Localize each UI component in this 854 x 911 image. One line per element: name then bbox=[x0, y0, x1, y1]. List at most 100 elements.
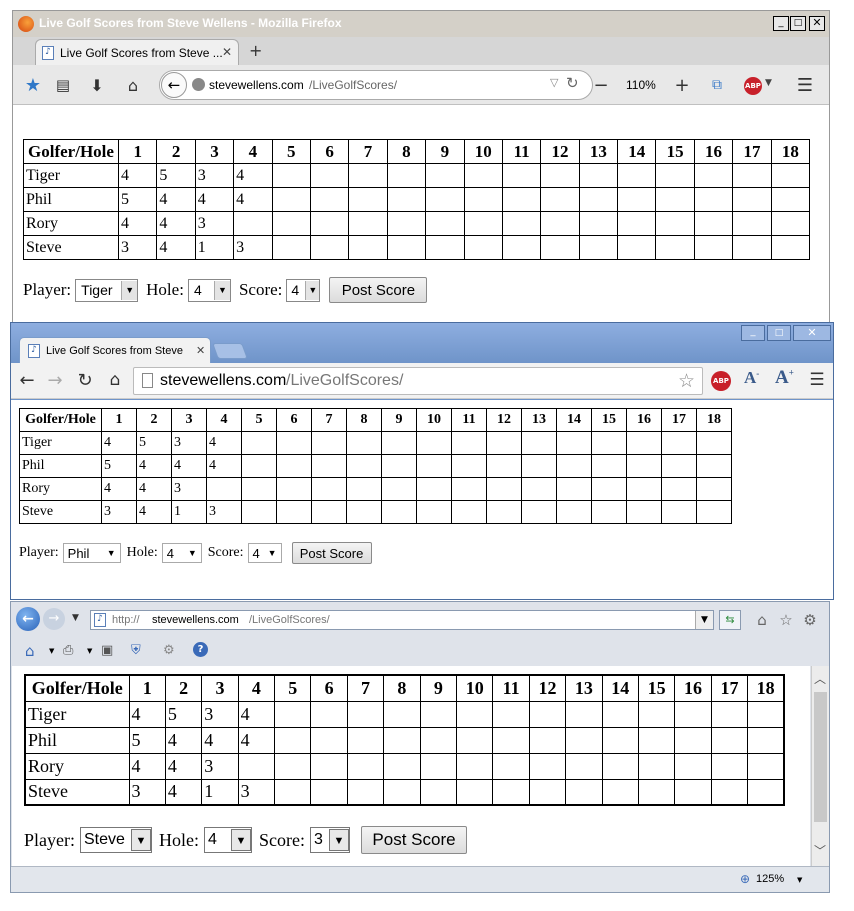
sync-icon[interactable]: ⧉ bbox=[707, 75, 727, 95]
score-cell: 5 bbox=[117, 187, 158, 212]
player-select-value: Tiger bbox=[81, 282, 113, 298]
score-cell bbox=[591, 454, 627, 478]
back-arrow-icon[interactable]: ← bbox=[16, 607, 40, 631]
font-increase-icon[interactable]: A+ bbox=[775, 367, 794, 389]
tools-gear-icon[interactable]: ⚙ bbox=[163, 643, 175, 658]
tab-close-icon[interactable]: ✕ bbox=[196, 344, 205, 357]
favorites-star-icon[interactable]: ☆ bbox=[777, 611, 795, 629]
bookmarks-menu-icon[interactable]: ▤ bbox=[53, 75, 73, 95]
abp-dropdown-icon[interactable]: ▼ bbox=[765, 78, 772, 88]
address-dropdown-icon[interactable]: ▼ bbox=[695, 611, 713, 629]
font-decrease-icon[interactable]: A- bbox=[744, 368, 759, 388]
new-tab-button[interactable] bbox=[212, 343, 248, 359]
minimize-button[interactable]: _ bbox=[741, 325, 765, 341]
zoom-dropdown-icon[interactable]: ▼ bbox=[797, 876, 802, 884]
star-icon[interactable]: ☆ bbox=[678, 370, 695, 392]
score-cell: 4 bbox=[194, 187, 235, 212]
forward-arrow-icon[interactable]: → bbox=[43, 608, 65, 630]
chevron-down-icon: ▼ bbox=[187, 548, 197, 558]
hole-select[interactable]: 4 ▼ bbox=[187, 278, 231, 302]
scroll-down-icon[interactable]: ﹀ bbox=[814, 842, 826, 859]
score-cell: 1 bbox=[194, 235, 235, 260]
home-dropdown-icon[interactable]: ▼ bbox=[49, 647, 54, 655]
scroll-thumb[interactable] bbox=[814, 692, 827, 822]
score-cell: 5 bbox=[101, 454, 137, 478]
golfer-name: Rory bbox=[24, 752, 130, 780]
abp-icon[interactable]: ABP bbox=[711, 371, 731, 391]
close-button[interactable]: ✕ bbox=[793, 325, 831, 341]
firefox-titlebar: Live Golf Scores from Steve Wellens - Mo… bbox=[13, 11, 829, 37]
menu-icon[interactable]: ☰ bbox=[795, 75, 815, 96]
score-select[interactable]: 3 ▼ bbox=[309, 827, 350, 853]
reload-icon[interactable]: ↻ bbox=[75, 370, 95, 391]
nav-dropdown-icon[interactable]: ▼ bbox=[72, 613, 79, 623]
dropdown-icon[interactable]: ▽ bbox=[550, 76, 558, 89]
maximize-button[interactable]: □ bbox=[767, 325, 791, 341]
back-arrow-icon[interactable]: ← bbox=[17, 370, 37, 391]
zoom-level[interactable]: 110% bbox=[626, 78, 656, 92]
post-score-button[interactable]: Post Score bbox=[360, 826, 467, 854]
home-icon[interactable]: ⌂ bbox=[25, 642, 35, 660]
print-icon[interactable]: ⎙ bbox=[63, 643, 73, 658]
player-select[interactable]: Tiger ▼ bbox=[75, 278, 139, 302]
score-select[interactable]: 4 ▼ bbox=[247, 543, 282, 563]
score-cell: 4 bbox=[136, 477, 172, 501]
zoom-out-button[interactable]: − bbox=[591, 75, 611, 96]
score-cell bbox=[425, 211, 465, 236]
hole-header: 4 bbox=[233, 139, 273, 164]
abp-icon[interactable]: ABP bbox=[744, 77, 762, 95]
back-arrow-icon[interactable]: ← bbox=[161, 72, 187, 98]
hole-select[interactable]: 4 ▼ bbox=[161, 543, 202, 563]
url-bar[interactable]: ← stevewellens.com /LiveGolfScores/ ▽ ↻ bbox=[159, 70, 593, 100]
player-select[interactable]: Phil ▼ bbox=[62, 543, 121, 563]
menu-icon[interactable]: ☰ bbox=[807, 370, 827, 390]
score-cell bbox=[540, 187, 580, 212]
score-cell bbox=[565, 726, 603, 754]
firefox-tab[interactable]: ♪ Live Golf Scores from Steve ... ✕ bbox=[35, 39, 239, 65]
score-cell bbox=[696, 500, 732, 524]
zoom-level[interactable]: 125% bbox=[756, 873, 784, 885]
close-button[interactable]: ✕ bbox=[809, 16, 825, 31]
url-path: /LiveGolfScores/ bbox=[249, 614, 330, 626]
help-icon[interactable]: ? bbox=[193, 642, 208, 657]
safety-menu-icon[interactable]: ⛨ bbox=[131, 643, 141, 658]
gear-icon[interactable]: ⚙ bbox=[801, 611, 819, 629]
score-select[interactable]: 4 ▼ bbox=[286, 278, 321, 302]
chrome-tab[interactable]: ♪ Live Golf Scores from Steve ✕ bbox=[19, 337, 211, 363]
score-cell bbox=[521, 477, 557, 501]
post-score-button[interactable]: Post Score bbox=[329, 277, 428, 303]
ie-window: ← → ▼ ♪ http:// stevewellens.com /LiveGo… bbox=[10, 601, 830, 893]
header-row: Golfer/Hole 1 2 3 4 5 6 7 8 9 10 11 12 13 14 15 16 17 18 bbox=[19, 408, 732, 432]
player-select[interactable]: Steve ▼ bbox=[80, 827, 152, 853]
home-icon[interactable]: ⌂ bbox=[753, 611, 771, 629]
scroll-up-icon[interactable]: ︿ bbox=[814, 670, 826, 687]
omnibox[interactable]: stevewellens.com /LiveGolfScores/ ☆ bbox=[133, 367, 703, 395]
print-dropdown-icon[interactable]: ▼ bbox=[87, 647, 92, 655]
ie-address-bar[interactable]: ♪ http:// stevewellens.com /LiveGolfScor… bbox=[90, 610, 714, 630]
tab-close-icon[interactable]: ✕ bbox=[222, 45, 232, 59]
post-score-button[interactable]: Post Score bbox=[291, 542, 372, 564]
compat-view-icon[interactable]: ⇆ bbox=[719, 610, 741, 630]
score-cell bbox=[381, 431, 417, 455]
chrome-frame: _ □ ✕ ♪ Live Golf Scores from Steve ✕ bbox=[11, 323, 833, 363]
golfer-name: Phil bbox=[24, 726, 130, 754]
zoom-icon[interactable]: ⊕ bbox=[740, 872, 750, 886]
score-select-value: 4 bbox=[291, 282, 300, 298]
home-icon[interactable]: ⌂ bbox=[105, 370, 125, 390]
reload-icon[interactable]: ↻ bbox=[566, 74, 579, 92]
hole-select[interactable]: 4 ▼ bbox=[204, 827, 252, 853]
forward-arrow-icon[interactable]: → bbox=[45, 370, 65, 391]
ie-scrollbar[interactable]: ︿ ﹀ bbox=[811, 666, 829, 866]
score-cell bbox=[311, 431, 347, 455]
score-cell bbox=[206, 477, 242, 501]
download-icon[interactable]: ⬇ bbox=[87, 75, 107, 95]
zoom-in-button[interactable]: + bbox=[672, 75, 692, 96]
star-icon[interactable]: ★ bbox=[23, 75, 43, 96]
new-tab-button[interactable]: + bbox=[249, 41, 262, 60]
score-cell bbox=[486, 454, 522, 478]
minimize-button[interactable]: _ bbox=[773, 16, 789, 31]
page-menu-icon[interactable]: ▣ bbox=[101, 643, 113, 658]
maximize-button[interactable]: □ bbox=[790, 16, 806, 31]
home-icon[interactable]: ⌂ bbox=[123, 75, 143, 95]
hole-header: 14 bbox=[617, 139, 657, 164]
